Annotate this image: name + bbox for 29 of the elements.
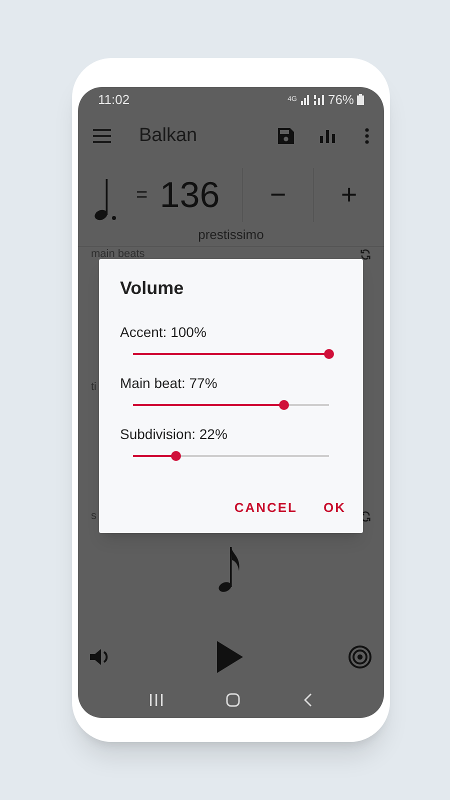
increase-button[interactable]: + [334,174,364,216]
signal-icon [300,94,310,104]
bar-chart-icon[interactable] [320,130,335,142]
more-options-icon[interactable] [365,128,369,144]
slider-thumb[interactable] [324,349,334,359]
save-icon[interactable] [278,128,294,144]
slider-thumb[interactable] [278,400,289,410]
tempo-value: 136 [160,173,220,217]
slider-label: Subdivision: 22% [120,425,228,444]
slider-thumb[interactable] [171,451,182,461]
battery-icon [357,94,364,105]
equals-sign: = [136,183,148,208]
home-icon[interactable] [226,693,240,707]
back-icon[interactable] [304,693,312,707]
ok-button[interactable]: OK [318,494,352,521]
signal-icon [312,94,325,104]
play-icon[interactable] [217,641,243,673]
app-title: Balkan [139,124,198,148]
menu-icon[interactable] [93,129,111,143]
dialog-title: Volume [120,277,185,300]
decrease-button[interactable]: − [264,174,292,216]
battery-percent: 76% [328,90,354,109]
target-icon[interactable] [348,645,372,669]
recent-apps-icon[interactable] [150,694,163,706]
cancel-button[interactable]: CANCEL [228,494,304,521]
slider-label: Main beat: 77% [120,374,218,393]
status-time: 11:02 [98,90,130,109]
slider-label: Accent: 100% [120,323,208,342]
tempo-marking: prestissimo [198,226,264,244]
